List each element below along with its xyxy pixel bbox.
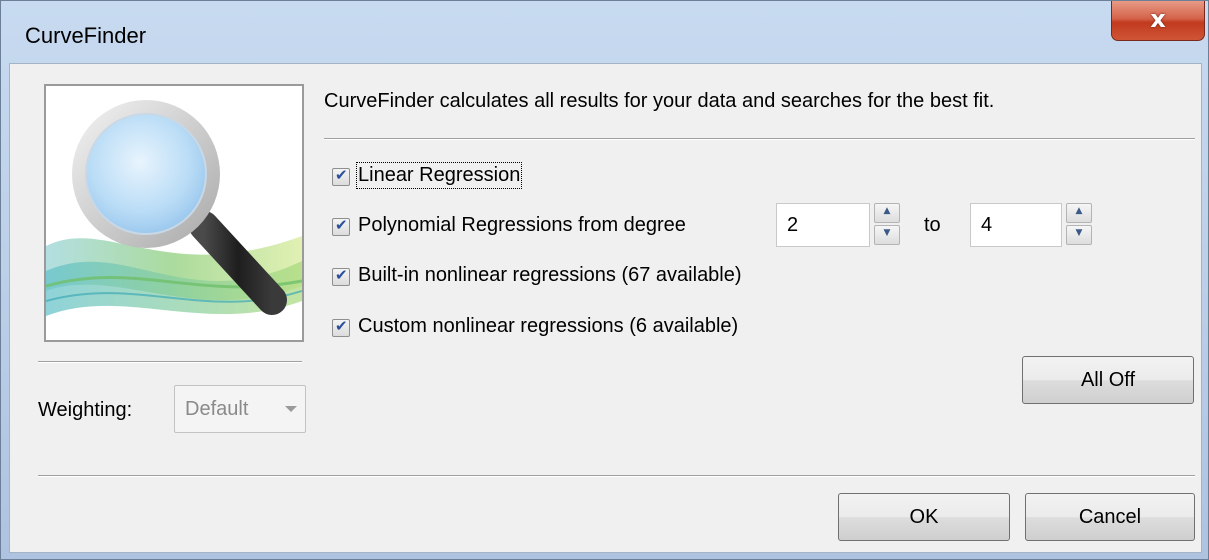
weighting-value: Default (185, 398, 249, 420)
weighting-label: Weighting: (38, 399, 133, 421)
weighting-select[interactable]: Default (174, 385, 306, 433)
degree-to-up-button[interactable]: ▲ (1066, 203, 1092, 223)
degree-to-down-button[interactable]: ▼ (1066, 225, 1092, 245)
dialog-window: CurveFinder x Weighting: Default CurveFi… (0, 0, 1209, 560)
dialog-body: Weighting: Default CurveFinder calculate… (9, 63, 1202, 553)
title-bar: CurveFinder x (1, 1, 1208, 63)
bottom-separator (38, 475, 1195, 477)
builtin-nonlinear-checkbox[interactable] (332, 266, 350, 286)
magnifying-glass-icon (44, 84, 304, 342)
degree-to-stepper[interactable]: ▲ ▼ (1066, 203, 1096, 247)
chevron-down-icon (285, 406, 297, 412)
degree-to-label: to (924, 214, 941, 236)
degree-from-stepper[interactable]: ▲ ▼ (874, 203, 904, 247)
window-title: CurveFinder (25, 23, 147, 48)
degree-from-up-button[interactable]: ▲ (874, 203, 900, 223)
linear-regression-checkbox[interactable] (332, 166, 350, 186)
all-off-button[interactable]: All Off (1022, 356, 1194, 404)
cancel-button[interactable]: Cancel (1025, 493, 1195, 541)
degree-from-down-button[interactable]: ▼ (874, 225, 900, 245)
intro-text: CurveFinder calculates all results for y… (324, 90, 995, 112)
ok-button[interactable]: OK (838, 493, 1010, 541)
close-button[interactable]: x (1111, 1, 1205, 41)
custom-nonlinear-checkbox[interactable] (332, 317, 350, 337)
polynomial-regression-checkbox[interactable] (332, 216, 350, 236)
degree-from-input[interactable]: 2 (776, 203, 870, 247)
close-icon: x (1150, 5, 1166, 33)
custom-nonlinear-label[interactable]: Custom nonlinear regressions (6 availabl… (358, 315, 738, 338)
builtin-nonlinear-label[interactable]: Built-in nonlinear regressions (67 avail… (358, 264, 742, 287)
top-separator (324, 138, 1195, 140)
degree-to-input[interactable]: 4 (970, 203, 1062, 247)
linear-regression-label[interactable]: Linear Regression (355, 162, 523, 189)
polynomial-regression-label[interactable]: Polynomial Regressions from degree (358, 214, 686, 237)
left-separator (38, 361, 302, 363)
